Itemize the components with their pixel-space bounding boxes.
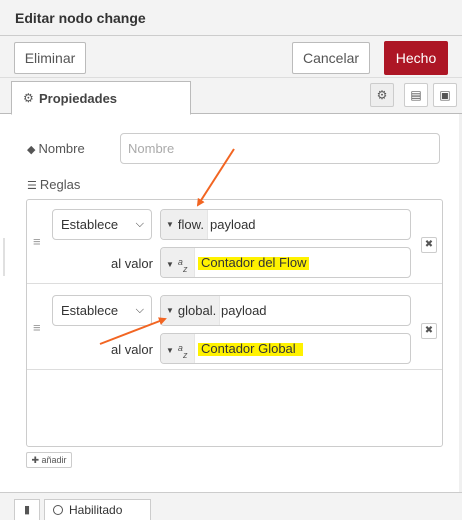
target-type-label: global. xyxy=(177,303,217,318)
value-text: Contador del Flow xyxy=(201,255,307,270)
close-icon: ✖ xyxy=(424,325,434,336)
appearance-icon[interactable]: ▣ xyxy=(433,83,457,107)
tab-properties-label: Propiedades xyxy=(39,91,118,106)
rule-value-input[interactable]: ▼ az Contador Global xyxy=(160,333,411,364)
rule-action-value: Establece xyxy=(61,303,119,318)
value-text: Contador Global xyxy=(201,341,296,356)
drag-handle-icon[interactable]: ≡ xyxy=(33,235,41,248)
drag-handle-icon[interactable]: ≡ xyxy=(33,321,41,334)
remove-rule-button[interactable]: ✖ xyxy=(421,237,437,253)
caret-down-icon: ▼ xyxy=(166,260,174,269)
done-button[interactable]: Hecho xyxy=(384,41,448,75)
add-rule-button[interactable]: ✚ añadir xyxy=(26,452,72,468)
enabled-label: Habilitado xyxy=(69,503,123,517)
resize-grip[interactable] xyxy=(3,238,5,276)
rule-action-value: Establece xyxy=(61,217,119,232)
rule-value-input[interactable]: ▼ az Contador del Flow xyxy=(160,247,411,278)
value-label: al valor xyxy=(111,342,153,357)
rules-list: ≡ Establece ⌵ ▼ flow. payload al valor ▼ a… xyxy=(26,199,443,447)
list-icon: ☰ xyxy=(27,180,37,192)
cancel-button[interactable]: Cancelar xyxy=(292,42,370,74)
target-value: payload xyxy=(210,217,256,232)
name-label: ◆ Nombre xyxy=(27,141,85,156)
tag-icon: ◆ xyxy=(27,144,36,156)
remove-rule-button[interactable]: ✖ xyxy=(421,323,437,339)
target-type-label: flow. xyxy=(177,217,204,232)
value-type-button[interactable]: ▼ az xyxy=(161,334,195,363)
description-icon[interactable]: ▤ xyxy=(404,83,428,107)
close-icon: ✖ xyxy=(424,239,434,250)
value-type-button[interactable]: ▼ az xyxy=(161,248,195,277)
name-label-text: Nombre xyxy=(38,141,85,156)
settings-icon[interactable]: ⚙ xyxy=(370,83,394,107)
rule-target-input[interactable]: ▼ flow. payload xyxy=(160,209,411,240)
rule-action-select[interactable]: Establece ⌵ xyxy=(52,209,152,240)
caret-down-icon: ▼ xyxy=(166,346,174,355)
name-input[interactable] xyxy=(120,133,440,164)
tray-title: Editar nodo change xyxy=(15,10,146,26)
plus-icon: ✚ xyxy=(31,455,39,465)
rule-action-select[interactable]: Establece ⌵ xyxy=(52,295,152,326)
tray-header: Editar nodo change xyxy=(0,0,462,36)
delete-button[interactable]: Eliminar xyxy=(14,42,86,74)
caret-down-icon: ▼ xyxy=(166,220,174,229)
chevron-down-icon: ⌵ xyxy=(135,218,144,230)
circle-icon xyxy=(53,505,63,515)
tray-toolbar: Eliminar Cancelar Hecho xyxy=(0,36,462,78)
string-type-icon: az xyxy=(177,257,188,274)
gear-icon: ⚙ xyxy=(23,91,34,105)
target-type-button[interactable]: ▼ flow. xyxy=(161,210,208,239)
value-label: al valor xyxy=(111,256,153,271)
tray-footer: ▮ Habilitado xyxy=(0,492,462,520)
caret-down-icon: ▼ xyxy=(166,306,174,315)
target-type-button[interactable]: ▼ global. xyxy=(161,296,221,325)
target-value: payload xyxy=(221,303,267,318)
book-icon[interactable]: ▮ xyxy=(14,499,40,520)
rule-target-input[interactable]: ▼ global. payload xyxy=(160,295,411,326)
rules-label-text: Reglas xyxy=(39,177,81,192)
chevron-down-icon: ⌵ xyxy=(135,304,144,316)
enabled-toggle[interactable]: Habilitado xyxy=(44,499,151,520)
tabs-row: ⚙ Propiedades ⚙ ▤ ▣ xyxy=(0,78,462,115)
rule-item: ≡ Establece ⌵ ▼ flow. payload al valor ▼ a… xyxy=(27,200,442,284)
rule-item: ≡ Establece ⌵ ▼ global. payload al valor … xyxy=(27,286,442,370)
tab-properties[interactable]: ⚙ Propiedades xyxy=(11,81,191,115)
rules-label: ☰ Reglas xyxy=(27,177,80,192)
add-rule-label: añadir xyxy=(41,455,67,465)
string-type-icon: az xyxy=(177,343,188,360)
